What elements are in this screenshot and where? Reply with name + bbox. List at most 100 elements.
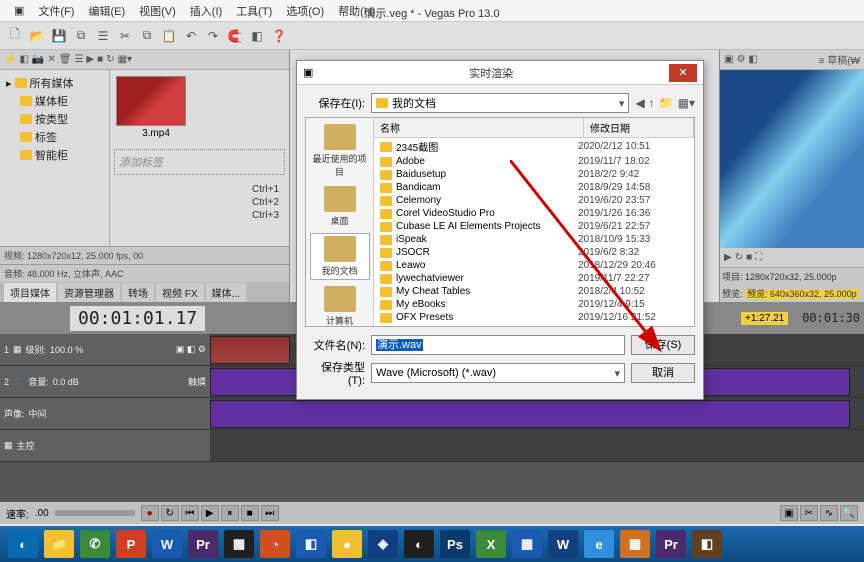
render-icon[interactable]: ⧉ — [72, 27, 90, 45]
redo-icon[interactable]: ↷ — [204, 27, 222, 45]
play-icon[interactable]: ▶ — [86, 54, 94, 65]
taskbar-app-icon[interactable]: ◧ — [692, 530, 722, 558]
menu-item[interactable]: 文件(F) — [32, 1, 80, 21]
savein-combo[interactable]: 我的文档 — [371, 93, 629, 113]
cam-icon[interactable]: 📷 — [32, 54, 44, 65]
menu-item[interactable]: 视图(V) — [133, 1, 182, 21]
taskbar-app-icon[interactable]: ✆ — [80, 530, 110, 558]
prev-loop-icon[interactable]: ↻ — [735, 252, 743, 263]
panel-tab[interactable]: 转场 — [122, 283, 154, 302]
play2-icon[interactable]: ▶ — [201, 505, 219, 521]
import-icon[interactable]: ◧ — [19, 54, 28, 65]
view-icon[interactable]: ▦▾ — [118, 54, 132, 65]
save-icon[interactable]: 💾 — [50, 27, 68, 45]
master-track-header[interactable]: ▦ 主控 — [0, 430, 210, 461]
stop-icon[interactable]: ■ — [97, 54, 103, 65]
tool-sel-icon[interactable]: ▣ — [780, 505, 798, 521]
audio-clip2[interactable] — [210, 400, 850, 428]
close-button[interactable]: ✕ — [669, 64, 697, 82]
preview-cog-icon[interactable]: ⚙ — [736, 54, 745, 65]
place-item[interactable]: 计算机 — [310, 284, 370, 329]
place-item[interactable]: 我的文档 — [310, 233, 370, 280]
place-item[interactable]: 桌面 — [310, 184, 370, 229]
file-row[interactable]: Adobe2019/11/7 18:02 — [374, 155, 694, 168]
newfolder-icon[interactable]: 📁 — [659, 96, 674, 110]
lightning-icon[interactable]: ⚡ — [4, 54, 16, 65]
preview-quality[interactable]: ≡ 草稿(₩ — [819, 52, 860, 67]
taskbar-app-icon[interactable]: ◧ — [296, 530, 326, 558]
loop-icon[interactable]: ↻ — [161, 505, 179, 521]
place-item[interactable]: 最近使用的项目 — [310, 122, 370, 180]
video-clip[interactable] — [210, 336, 290, 364]
viewmode-icon[interactable]: ▦▾ — [678, 96, 695, 110]
taskbar-app-icon[interactable]: P — [116, 530, 146, 558]
taskbar-app-icon[interactable]: ▦ — [512, 530, 542, 558]
tool-cut-icon[interactable]: ✂ — [800, 505, 818, 521]
file-row[interactable]: JSOCR2019/6/2 8:32 — [374, 246, 694, 259]
video-track-header[interactable]: 1 ▦ 级别: 100.0 % ▣ ◧ ⚙ — [0, 334, 210, 365]
taskbar-app-icon[interactable]: e — [584, 530, 614, 558]
taskbar-app-icon[interactable]: ● — [332, 530, 362, 558]
cut-icon[interactable]: ✂ — [116, 27, 134, 45]
file-row[interactable]: Cubase LE AI Elements Projects2019/6/21 … — [374, 220, 694, 233]
file-row[interactable]: 2345截图2020/2/12 10:51 — [374, 138, 694, 155]
prev-fs-icon[interactable]: ⛶ — [755, 252, 762, 263]
props-icon[interactable]: ☰ — [94, 27, 112, 45]
file-row[interactable]: iSpeak2018/10/9 15:33 — [374, 233, 694, 246]
panel-tab[interactable]: 项目媒体 — [4, 283, 56, 302]
tree-item[interactable]: 按类型 — [18, 110, 105, 128]
prev-stop-icon[interactable]: ■ — [746, 252, 752, 263]
save-button[interactable]: 保存(S) — [631, 335, 695, 355]
file-row[interactable]: OneNote 笔记本2019/8/24 20:40 — [374, 324, 694, 326]
file-row[interactable]: My eBooks2019/12/4 9:15 — [374, 298, 694, 311]
file-row[interactable]: Leawo2018/12/29 20:46 — [374, 259, 694, 272]
back-icon[interactable]: ◀ — [635, 96, 644, 110]
file-row[interactable]: Celemony2019/6/20 23:57 — [374, 194, 694, 207]
menu-item[interactable]: 插入(I) — [184, 1, 228, 21]
help-icon[interactable]: ❓ — [270, 27, 288, 45]
file-row[interactable]: My Cheat Tables2018/2/4 10:52 — [374, 285, 694, 298]
taskbar-app-icon[interactable]: ◐ — [404, 530, 434, 558]
play-start-icon[interactable]: ⏮ — [181, 505, 199, 521]
tree-item[interactable]: 智能柜 — [18, 146, 105, 164]
col-name[interactable]: 名称 — [374, 118, 584, 137]
preview-fx-icon[interactable]: ▣ — [724, 54, 733, 65]
col-date[interactable]: 修改日期 — [584, 118, 694, 137]
props2-icon[interactable]: ☰ — [74, 54, 83, 65]
taskbar-app-icon[interactable]: W — [152, 530, 182, 558]
audio-track2-header[interactable]: 声像: 中间 — [0, 398, 210, 429]
stop2-icon[interactable]: ■ — [241, 505, 259, 521]
cancel-button[interactable]: 取消 — [631, 363, 695, 383]
taskbar-app-icon[interactable]: Pr — [188, 530, 218, 558]
menu-item[interactable]: 工具(T) — [230, 1, 278, 21]
undo-icon[interactable]: ↶ — [182, 27, 200, 45]
copy-icon[interactable]: ⧉ — [138, 27, 156, 45]
file-row[interactable]: Baidusetup2018/2/2 9:42 — [374, 168, 694, 181]
tree-item[interactable]: 标签 — [18, 128, 105, 146]
taskbar-app-icon[interactable]: ◈ — [368, 530, 398, 558]
tool-env-icon[interactable]: ∿ — [820, 505, 838, 521]
filetype-combo[interactable]: Wave (Microsoft) (*.wav) — [371, 363, 625, 383]
up-icon[interactable]: ↑ — [649, 96, 655, 110]
refresh-icon[interactable]: ↻ — [106, 54, 114, 65]
audio-track-header[interactable]: 2 🎵 音量: 0.0 dB 触摸 — [0, 366, 210, 397]
filename-input[interactable]: 演示.wav — [371, 335, 625, 355]
tool-zoom-icon[interactable]: 🔍 — [840, 505, 858, 521]
taskbar-app-icon[interactable]: 📁 — [44, 530, 74, 558]
file-row[interactable]: OFX Presets2019/12/16 21:52 — [374, 311, 694, 324]
snap-icon[interactable]: 🧲 — [226, 27, 244, 45]
file-row[interactable]: lywechatviewer2019/11/7 22:27 — [374, 272, 694, 285]
effects-icon[interactable]: ◧ — [248, 27, 266, 45]
taskbar-app-icon[interactable]: Ps — [440, 530, 470, 558]
preview-split-icon[interactable]: ◧ — [748, 54, 757, 65]
media-thumbnail[interactable]: 3.mp4 — [116, 76, 196, 139]
taskbar-app-icon[interactable]: ◔ — [260, 530, 290, 558]
del-icon[interactable]: ✕ — [47, 54, 55, 65]
open-icon[interactable]: 📂 — [28, 27, 46, 45]
taskbar-app-icon[interactable]: W — [548, 530, 578, 558]
panel-tab[interactable]: 媒体... — [206, 283, 246, 302]
menu-item[interactable]: 编辑(E) — [82, 1, 131, 21]
file-row[interactable]: Bandicam2018/9/29 14:58 — [374, 181, 694, 194]
tree-root[interactable]: ▸ 所有媒体 — [4, 74, 105, 92]
rate-slider[interactable] — [55, 510, 135, 516]
